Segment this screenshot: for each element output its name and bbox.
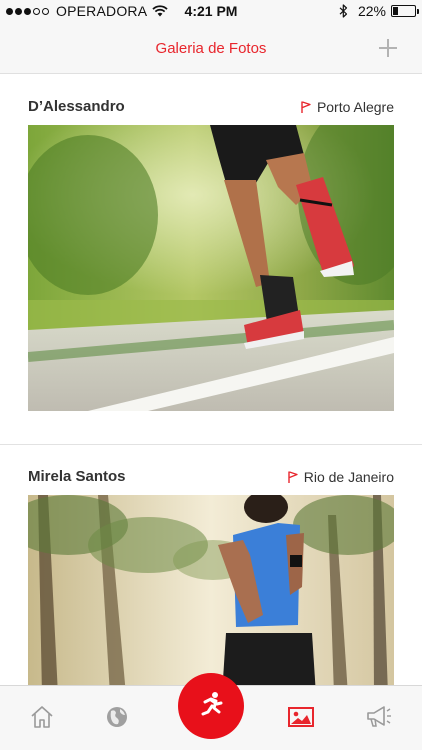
navigation-bar: Galeria de Fotos (0, 24, 422, 74)
runner-icon (201, 692, 223, 716)
tab-home[interactable] (27, 702, 57, 732)
status-right: 22% (339, 3, 419, 19)
signal-dot (15, 7, 22, 15)
photo-feed[interactable]: D’Alessandro Porto Alegre Mirela Santos … (0, 75, 422, 685)
plus-icon (379, 39, 397, 57)
location-name: Porto Alegre (316, 99, 394, 115)
home-icon (31, 706, 53, 728)
tab-announcements[interactable] (363, 702, 393, 732)
signal-dot (42, 7, 49, 15)
photo-card: Mirela Santos Rio de Janeiro (0, 460, 422, 685)
signal-dot (6, 7, 13, 15)
battery-icon (391, 5, 419, 17)
location-label: Rio de Janeiro (288, 469, 394, 485)
battery-fill (393, 7, 398, 15)
megaphone-icon (367, 706, 391, 727)
signal-dot (33, 7, 40, 15)
start-run-button[interactable] (178, 673, 244, 739)
bluetooth-icon (339, 4, 348, 18)
signal-dot (24, 7, 31, 15)
tab-globe[interactable] (102, 702, 132, 732)
photo-card-header: Mirela Santos Rio de Janeiro (28, 467, 394, 489)
tab-gallery[interactable] (286, 702, 316, 732)
flag-icon (301, 101, 311, 113)
woman-running-photo[interactable] (28, 495, 394, 685)
photo-card: D’Alessandro Porto Alegre (0, 75, 422, 445)
location-label: Porto Alegre (301, 99, 394, 115)
status-bar: OPERADORA 4:21 PM 22% (0, 0, 422, 24)
add-photo-button[interactable] (376, 36, 400, 60)
gallery-icon (288, 707, 314, 727)
signal-strength-icon (6, 7, 51, 15)
page-title: Galeria de Fotos (155, 40, 267, 57)
status-left: OPERADORA (6, 3, 168, 19)
author-name[interactable]: D’Alessandro (28, 98, 125, 115)
battery-percent: 22% (357, 3, 386, 19)
wifi-icon (152, 5, 168, 17)
globe-icon (107, 707, 127, 727)
flag-icon (288, 471, 298, 483)
location-name: Rio de Janeiro (303, 469, 394, 485)
author-name[interactable]: Mirela Santos (28, 468, 126, 485)
running-shoes-photo[interactable] (28, 125, 394, 411)
carrier-name: OPERADORA (56, 3, 148, 19)
tab-bar (0, 673, 422, 750)
photo-card-header: D’Alessandro Porto Alegre (28, 97, 394, 119)
